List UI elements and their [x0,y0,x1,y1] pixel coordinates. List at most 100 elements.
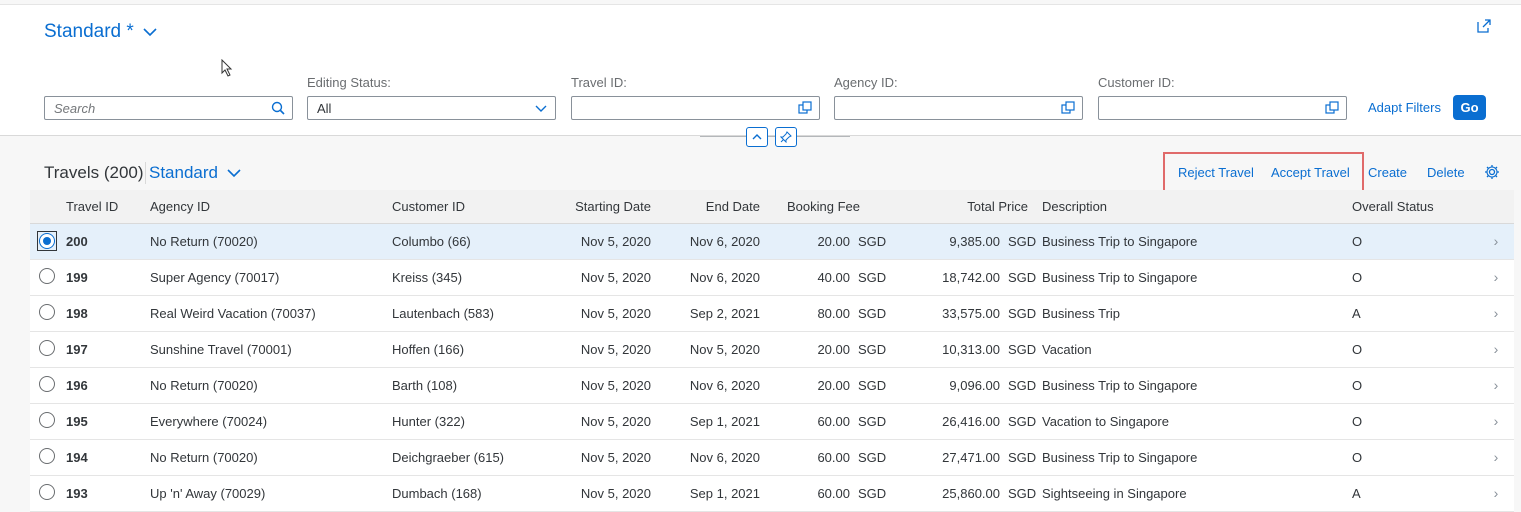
travel-id-cell: 200 [64,223,148,260]
chevron-right-icon[interactable]: › [1478,223,1514,260]
chevron-right-icon[interactable]: › [1478,367,1514,404]
customer-cell: Kreiss (345) [390,259,546,296]
travel-id-cell: 198 [64,295,148,332]
row-selector-cell[interactable] [30,475,64,512]
reject-travel-button[interactable]: Reject Travel [1178,165,1254,180]
create-button[interactable]: Create [1368,165,1407,180]
booking-fee-cell: 20.00 SGD [762,223,886,260]
start-date-cell: Nov 5, 2020 [546,367,653,404]
table-row[interactable]: 198 Real Weird Vacation (70037) Lautenbach… [30,295,1514,332]
adapt-filters-button[interactable]: Adapt Filters [1368,100,1441,115]
chevron-right-icon[interactable]: › [1478,295,1514,332]
customer-id-input[interactable] [1098,96,1347,120]
row-radio-button[interactable] [39,303,55,320]
fee-amount: 20.00 [817,377,850,393]
row-radio-button[interactable] [39,411,55,428]
status-cell: O [1350,439,1478,476]
variant-selector[interactable]: Standard * [44,21,158,43]
search-input[interactable]: Search [44,96,293,120]
table-row[interactable]: 194 No Return (70020) Deichgraeber (615) No… [30,439,1514,476]
go-button[interactable]: Go [1453,95,1486,120]
column-header[interactable]: Travel ID [64,190,148,224]
row-selector-cell[interactable] [30,295,64,332]
table-row[interactable]: 193 Up 'n' Away (70029) Dumbach (168) Nov 5… [30,475,1514,512]
row-selector-cell[interactable] [30,259,64,296]
travel-id-input[interactable] [571,96,820,120]
fee-amount: 60.00 [817,485,850,501]
status-cell: O [1350,223,1478,260]
column-header[interactable]: Customer ID [390,190,546,224]
mouse-cursor-icon [221,59,233,77]
chevron-down-icon [227,169,241,178]
row-selector-cell[interactable] [30,223,64,260]
end-date-cell: Nov 6, 2020 [653,259,762,296]
booking-fee-cell: 20.00 SGD [762,331,886,368]
row-selector-cell[interactable] [30,331,64,368]
value-help-icon[interactable] [1061,101,1075,115]
table-row[interactable]: 195 Everywhere (70024) Hunter (322) Nov 5, … [30,403,1514,440]
price-amount: 25,860.00 [942,485,1000,501]
collapse-header-button[interactable] [746,127,768,147]
end-date-cell: Nov 6, 2020 [653,439,762,476]
price-amount: 27,471.00 [942,449,1000,465]
pin-header-button[interactable] [775,127,797,147]
chevron-right-icon[interactable]: › [1478,475,1514,512]
row-selector-cell[interactable] [30,439,64,476]
agency-cell: Up 'n' Away (70029) [148,475,390,512]
customer-cell: Dumbach (168) [390,475,546,512]
editing-status-select[interactable]: All [307,96,556,120]
travel-id-cell: 197 [64,331,148,368]
toolbar-separator [145,162,146,184]
booking-fee-cell: 60.00 SGD [762,403,886,440]
status-cell: A [1350,475,1478,512]
column-header[interactable]: Total Price [882,190,1032,224]
booking-fee-cell: 80.00 SGD [762,295,886,332]
table-variant-selector[interactable]: Standard [149,163,242,183]
accept-travel-button[interactable]: Accept Travel [1271,165,1350,180]
price-currency: SGD [1008,377,1037,393]
table-header-row: Travel ID Agency ID Customer ID Starting… [30,190,1514,224]
row-radio-button[interactable] [39,483,55,500]
share-icon[interactable] [1475,17,1493,35]
filter-bar: Standard * Search Editing Status: All Tr… [0,5,1521,136]
value-help-icon[interactable] [798,101,812,115]
customer-cell: Columbo (66) [390,223,546,260]
agency-id-input[interactable] [834,96,1083,120]
row-radio-button[interactable] [39,267,55,284]
row-radio-button[interactable] [39,447,55,464]
price-currency: SGD [1008,305,1037,321]
table-row[interactable]: 200 No Return (70020) Columbo (66) Nov 5, 2… [30,223,1514,260]
pin-icon [780,131,792,143]
delete-button[interactable]: Delete [1427,165,1465,180]
customer-cell: Deichgraeber (615) [390,439,546,476]
row-radio-button[interactable] [39,339,55,356]
chevron-right-icon[interactable]: › [1478,403,1514,440]
value-help-icon[interactable] [1325,101,1339,115]
column-header[interactable]: Agency ID [148,190,390,224]
gear-icon[interactable] [1484,164,1500,180]
end-date-cell: Sep 1, 2021 [653,475,762,512]
price-amount: 26,416.00 [942,413,1000,429]
row-radio-button[interactable] [39,375,55,392]
agency-cell: Sunshine Travel (70001) [148,331,390,368]
price-amount: 9,385.00 [949,233,1000,249]
table-row[interactable]: 196 No Return (70020) Barth (108) Nov 5, 20… [30,367,1514,404]
price-currency: SGD [1008,233,1037,249]
chevron-right-icon[interactable]: › [1478,331,1514,368]
end-date-cell: Nov 6, 2020 [653,367,762,404]
column-header[interactable]: Overall Status [1350,190,1478,224]
column-header[interactable]: Starting Date [546,190,653,224]
table-row[interactable]: 197 Sunshine Travel (70001) Hoffen (166) No… [30,331,1514,368]
chevron-right-icon[interactable]: › [1478,259,1514,296]
price-currency: SGD [1008,341,1037,357]
table-row[interactable]: 199 Super Agency (70017) Kreiss (345) Nov 5… [30,259,1514,296]
column-header[interactable]: Booking Fee [762,190,882,224]
row-selector-cell[interactable] [30,367,64,404]
row-radio-button[interactable] [39,232,55,249]
column-header[interactable]: End Date [653,190,762,224]
chevron-right-icon[interactable]: › [1478,439,1514,476]
column-header[interactable]: Description [1032,190,1350,224]
row-selector-cell[interactable] [30,403,64,440]
search-icon[interactable] [271,101,285,115]
fee-amount: 20.00 [817,233,850,249]
